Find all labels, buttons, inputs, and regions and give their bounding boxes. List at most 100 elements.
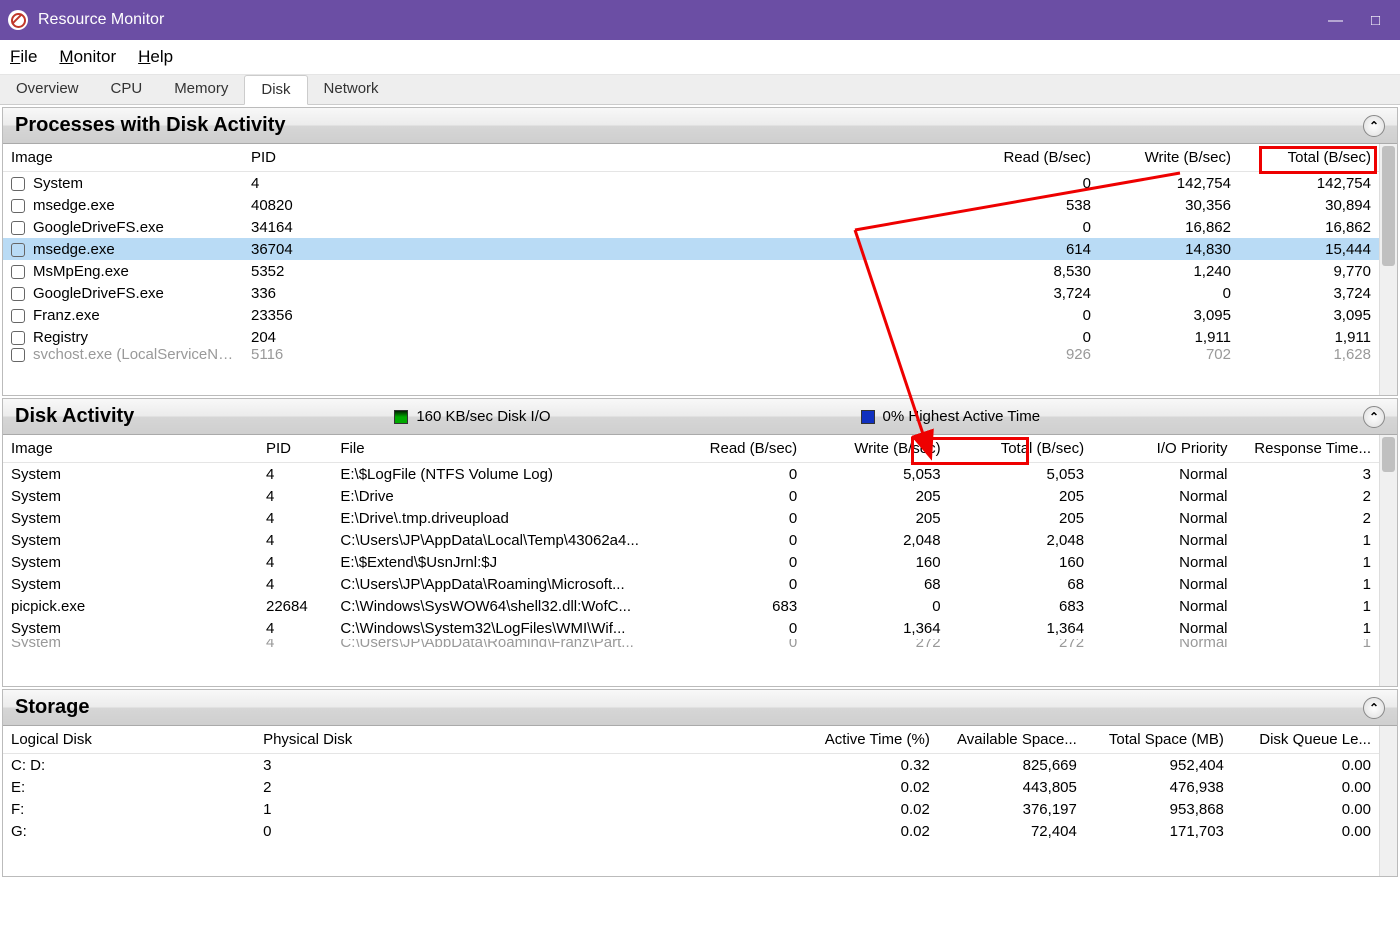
- cell[interactable]: 16,862: [1239, 216, 1379, 238]
- cell[interactable]: 68: [949, 573, 1092, 595]
- cell-image[interactable]: Franz.exe: [3, 304, 243, 326]
- cell[interactable]: 5,053: [805, 463, 948, 486]
- cell[interactable]: 0: [667, 463, 805, 486]
- table-row[interactable]: System4C:\Users\JP\AppData\Roaming\Franz…: [3, 639, 1379, 647]
- col2-read[interactable]: Read (B/sec): [667, 435, 805, 463]
- section-storage-header[interactable]: Storage ⌃: [3, 690, 1397, 726]
- cell[interactable]: Normal: [1092, 507, 1235, 529]
- cell[interactable]: 952,404: [1085, 754, 1232, 777]
- cell[interactable]: Normal: [1092, 551, 1235, 573]
- cell[interactable]: 14,830: [1099, 238, 1239, 260]
- cell[interactable]: [333, 172, 959, 195]
- table-row[interactable]: System4C:\Users\JP\AppData\Local\Temp\43…: [3, 529, 1379, 551]
- cell[interactable]: 72,404: [938, 820, 1085, 842]
- cell[interactable]: [333, 326, 959, 348]
- cell[interactable]: 0.02: [738, 820, 938, 842]
- minimize-button[interactable]: —: [1328, 12, 1343, 29]
- cell[interactable]: 171,703: [1085, 820, 1232, 842]
- table-row[interactable]: C: D:30.32825,669952,4040.00: [3, 754, 1379, 777]
- cell[interactable]: 0: [667, 529, 805, 551]
- section-disk-header[interactable]: Disk Activity 160 KB/sec Disk I/O 0% Hig…: [3, 399, 1397, 435]
- cell[interactable]: 0: [805, 595, 948, 617]
- cell[interactable]: [333, 238, 959, 260]
- cell[interactable]: 5352: [243, 260, 333, 282]
- cell[interactable]: 142,754: [1099, 172, 1239, 195]
- cell-image[interactable]: MsMpEng.exe: [3, 260, 243, 282]
- cell[interactable]: Normal: [1092, 617, 1235, 639]
- row-checkbox[interactable]: [11, 348, 25, 362]
- cell[interactable]: 443,805: [938, 776, 1085, 798]
- cell[interactable]: [333, 304, 959, 326]
- cell[interactable]: C:\Windows\SysWOW64\shell32.dll:WofC...: [332, 595, 667, 617]
- cell[interactable]: 2: [1236, 507, 1380, 529]
- table-row[interactable]: Registry20401,9111,911: [3, 326, 1379, 348]
- cell[interactable]: 0: [667, 507, 805, 529]
- cell[interactable]: 1,628: [1239, 348, 1379, 362]
- col2-pid[interactable]: PID: [258, 435, 332, 463]
- table-row[interactable]: System4E:\$Extend\$UsnJrnl:$J0160160Norm…: [3, 551, 1379, 573]
- cell[interactable]: 205: [949, 507, 1092, 529]
- tab-disk[interactable]: Disk: [244, 75, 307, 105]
- cell[interactable]: 272: [949, 639, 1092, 647]
- cell[interactable]: 34164: [243, 216, 333, 238]
- cell[interactable]: System: [3, 485, 258, 507]
- row-checkbox[interactable]: [11, 287, 25, 301]
- cell[interactable]: Normal: [1092, 639, 1235, 647]
- col3-ld[interactable]: Logical Disk: [3, 726, 255, 754]
- table-row[interactable]: System40142,754142,754: [3, 172, 1379, 195]
- cell[interactable]: 1,240: [1099, 260, 1239, 282]
- cell[interactable]: [333, 194, 959, 216]
- cell[interactable]: 0: [667, 551, 805, 573]
- cell[interactable]: 4: [243, 172, 333, 195]
- cell[interactable]: Normal: [1092, 485, 1235, 507]
- row-checkbox[interactable]: [11, 309, 25, 323]
- cell[interactable]: 1,364: [805, 617, 948, 639]
- cell[interactable]: 1,911: [1239, 326, 1379, 348]
- cell[interactable]: 0: [667, 485, 805, 507]
- cell[interactable]: 953,868: [1085, 798, 1232, 820]
- cell[interactable]: System: [3, 463, 258, 486]
- cell[interactable]: [333, 216, 959, 238]
- cell[interactable]: 614: [959, 238, 1099, 260]
- table-row[interactable]: GoogleDriveFS.exe34164016,86216,862: [3, 216, 1379, 238]
- cell[interactable]: 160: [949, 551, 1092, 573]
- cell[interactable]: 0: [959, 216, 1099, 238]
- cell[interactable]: [333, 348, 959, 362]
- cell[interactable]: 205: [805, 485, 948, 507]
- row-checkbox[interactable]: [11, 177, 25, 191]
- cell[interactable]: E:\$LogFile (NTFS Volume Log): [332, 463, 667, 486]
- table-row[interactable]: Franz.exe2335603,0953,095: [3, 304, 1379, 326]
- cell[interactable]: 0: [667, 573, 805, 595]
- cell[interactable]: 0.32: [738, 754, 938, 777]
- cell[interactable]: 0: [667, 639, 805, 647]
- col3-av[interactable]: Available Space...: [938, 726, 1085, 754]
- cell[interactable]: 683: [949, 595, 1092, 617]
- cell[interactable]: 3,724: [1239, 282, 1379, 304]
- cell-image[interactable]: Registry: [3, 326, 243, 348]
- cell[interactable]: 4: [258, 617, 332, 639]
- col-total[interactable]: Total (B/sec): [1239, 144, 1379, 172]
- cell[interactable]: 683: [667, 595, 805, 617]
- cell[interactable]: 0.00: [1232, 820, 1379, 842]
- cell[interactable]: 926: [959, 348, 1099, 362]
- collapse-processes-button[interactable]: ⌃: [1363, 115, 1385, 137]
- cell[interactable]: 36704: [243, 238, 333, 260]
- cell[interactable]: [333, 282, 959, 304]
- cell[interactable]: 0.02: [738, 776, 938, 798]
- collapse-storage-button[interactable]: ⌃: [1363, 697, 1385, 719]
- cell[interactable]: 15,444: [1239, 238, 1379, 260]
- cell[interactable]: 1: [1236, 639, 1380, 647]
- cell[interactable]: 376,197: [938, 798, 1085, 820]
- cell[interactable]: 5116: [243, 348, 333, 362]
- cell-image[interactable]: msedge.exe: [3, 194, 243, 216]
- cell-image[interactable]: svchost.exe (LocalServiceNo...: [3, 348, 243, 362]
- cell[interactable]: 0.00: [1232, 776, 1379, 798]
- table-row[interactable]: System4E:\Drive0205205Normal2: [3, 485, 1379, 507]
- cell[interactable]: 4: [258, 573, 332, 595]
- cell[interactable]: 142,754: [1239, 172, 1379, 195]
- cell[interactable]: 1,911: [1099, 326, 1239, 348]
- col-pid[interactable]: PID: [243, 144, 333, 172]
- col2-file[interactable]: File: [332, 435, 667, 463]
- storage-table[interactable]: Logical Disk Physical Disk Active Time (…: [3, 726, 1379, 842]
- table-row[interactable]: G:00.0272,404171,7030.00: [3, 820, 1379, 842]
